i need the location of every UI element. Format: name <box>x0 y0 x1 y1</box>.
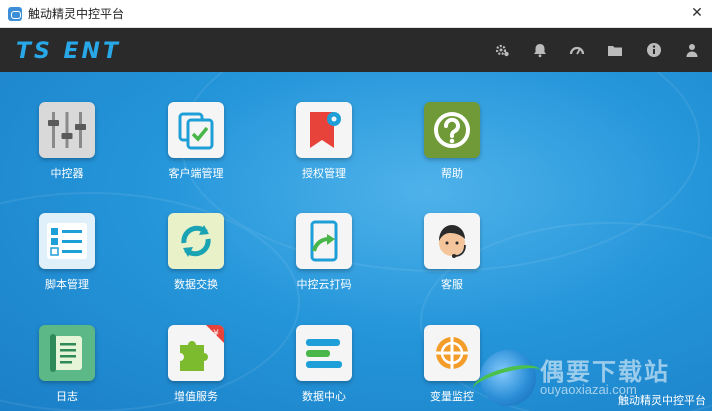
tile-label: 客户端管理 <box>168 168 224 180</box>
tile-label: 中控器 <box>50 168 84 180</box>
window-titlebar: 触动精灵中控平台 ✕ <box>0 0 712 28</box>
ts-ent-logo: TS ENT <box>16 38 121 64</box>
tile-data-exchange[interactable]: 数据交换 <box>151 213 241 292</box>
tile-label: 增值服务 <box>174 391 218 403</box>
tile-controller[interactable]: 中控器 <box>22 102 112 181</box>
tile-log[interactable]: 日志 <box>22 325 112 404</box>
logo-text: TS ENT <box>16 38 121 64</box>
desktop-area: 中控器 客户端管理 授权管理 帮助 脚本管理 数据交换 中控云打码 客服 日志 … <box>0 72 712 411</box>
tile-label: 日志 <box>56 391 78 403</box>
tile-label: 帮助 <box>441 168 463 180</box>
settings-gear-icon[interactable] <box>494 42 510 58</box>
cloud-code-icon <box>296 213 352 269</box>
tile-label: 授权管理 <box>302 168 346 180</box>
tile-data-center[interactable]: 数据中心 <box>279 325 369 404</box>
folder-icon[interactable] <box>607 42 623 58</box>
sync-icon <box>168 213 224 269</box>
bookmark-gear-icon <box>296 102 352 158</box>
info-icon[interactable] <box>646 42 662 58</box>
tile-label: 数据交换 <box>174 279 218 291</box>
scroll-log-icon <box>39 325 95 381</box>
client-check-icon <box>168 102 224 158</box>
bell-icon[interactable] <box>532 42 548 58</box>
tile-label: 客服 <box>441 279 463 291</box>
tile-client-management[interactable]: 客户端管理 <box>151 102 241 181</box>
tile-customer-service[interactable]: 客服 <box>407 213 497 292</box>
tile-label: 中控云打码 <box>296 279 352 291</box>
customer-service-icon <box>424 213 480 269</box>
svg-text:¥: ¥ <box>213 329 219 339</box>
tile-label: 脚本管理 <box>45 279 89 291</box>
checklist-icon <box>39 213 95 269</box>
data-bars-icon <box>296 325 352 381</box>
status-text: 触动精灵中控平台 <box>618 395 706 407</box>
tile-cloud-captcha[interactable]: 中控云打码 <box>279 213 369 292</box>
window-title: 触动精灵中控平台 <box>28 7 125 21</box>
puzzle-yuan-icon: ¥ <box>168 325 224 381</box>
tile-label: 数据中心 <box>302 391 346 403</box>
tile-license-management[interactable]: 授权管理 <box>279 102 369 181</box>
tile-script-management[interactable]: 脚本管理 <box>22 213 112 292</box>
speedometer-icon[interactable] <box>569 42 585 58</box>
user-icon[interactable] <box>684 42 700 58</box>
tile-help[interactable]: 帮助 <box>407 102 497 181</box>
app-icon <box>8 7 22 21</box>
sliders-icon <box>39 102 95 158</box>
tile-value-added-services[interactable]: ¥ 增值服务 <box>151 325 241 404</box>
close-icon[interactable]: ✕ <box>690 5 704 19</box>
app-header: TS ENT <box>0 28 712 72</box>
help-icon <box>424 102 480 158</box>
